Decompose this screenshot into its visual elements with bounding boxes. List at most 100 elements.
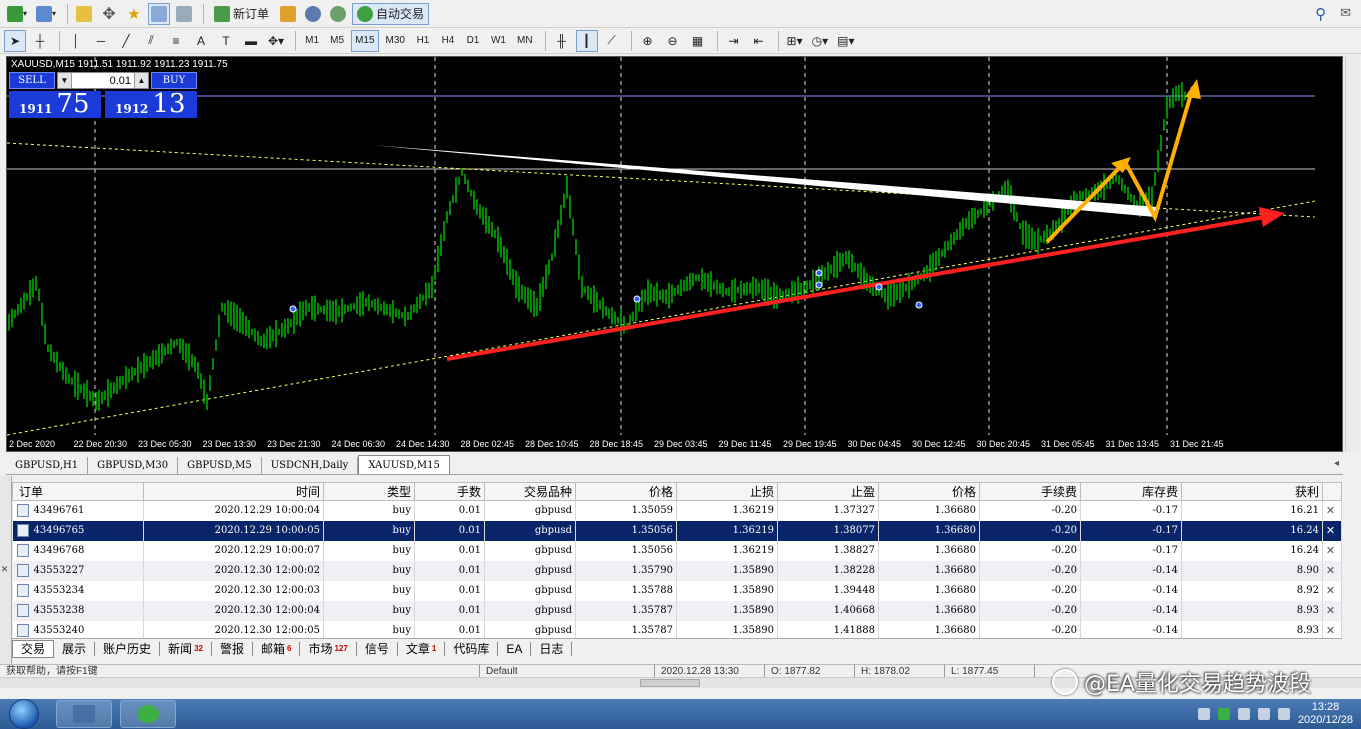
table-row[interactable]: 43553238 2020.12.30 12:00:04 buy 0.01 gbpusd… [12, 600, 1342, 621]
signals-icon[interactable] [327, 3, 349, 25]
chart-tab[interactable]: XAUUSD,M15 [358, 455, 450, 474]
close-order-icon[interactable]: ✕ [1322, 580, 1342, 601]
close-order-icon[interactable]: ✕ [1322, 540, 1342, 561]
autoscroll-icon[interactable]: ⇥ [723, 30, 745, 52]
lot-size-field[interactable]: ▼ 0.01 ▲ [57, 72, 149, 89]
close-order-icon[interactable]: ✕ [1322, 560, 1342, 581]
channel-icon[interactable]: ⫽ [140, 30, 162, 52]
terminal-icon[interactable] [148, 2, 171, 25]
label-tool-icon[interactable]: T [215, 30, 237, 52]
horizontal-line-icon[interactable]: ─ [90, 30, 112, 52]
terminal-tab[interactable]: 邮箱 6 [253, 641, 301, 656]
column-header[interactable]: 类型 [323, 482, 415, 501]
terminal-tab[interactable]: 交易 [12, 639, 55, 658]
table-row[interactable]: 43496765 2020.12.29 10:00:05 buy 0.01 gbpusd… [12, 520, 1342, 541]
table-row[interactable]: 43553234 2020.12.30 12:00:03 buy 0.01 gbpusd… [12, 580, 1342, 601]
sell-button[interactable]: SELL [9, 72, 55, 89]
chart-tab[interactable]: GBPUSD,M5 [178, 457, 262, 474]
column-header[interactable]: 交易品种 [484, 482, 576, 501]
wechat-tray-icon[interactable] [1217, 708, 1230, 720]
timeframe-h4[interactable]: H4 [437, 30, 459, 52]
tester-icon[interactable] [173, 3, 195, 25]
buy-button[interactable]: BUY [151, 72, 197, 89]
column-header[interactable]: 库存费 [1080, 482, 1182, 501]
timeframe-d1[interactable]: D1 [462, 30, 484, 52]
navigator-icon[interactable]: ★ [123, 3, 145, 25]
chat-icon[interactable]: ✉ [1340, 5, 1351, 23]
chart-shift-icon[interactable]: ⇤ [748, 30, 770, 52]
table-row[interactable]: 43553227 2020.12.30 12:00:02 buy 0.01 gbpusd… [12, 560, 1342, 581]
sell-price[interactable]: 1911 75 [9, 91, 101, 118]
terminal-side-handle[interactable]: ✕ [0, 476, 12, 664]
templates-icon[interactable]: ▤▾ [834, 30, 857, 52]
lot-decrease-icon[interactable]: ▼ [58, 73, 72, 88]
battery-tray-icon[interactable] [1237, 708, 1250, 720]
chart-tab[interactable]: GBPUSD,H1 [6, 457, 89, 474]
market-watch-icon[interactable] [73, 3, 95, 25]
lot-increase-icon[interactable]: ▲ [134, 73, 148, 88]
terminal-tab[interactable]: 日志 [531, 641, 573, 656]
tabs-scroll-icon[interactable]: ◂ [1334, 458, 1339, 469]
fibonacci-icon[interactable]: ≡ [165, 30, 187, 52]
arrows-icon[interactable]: ✥▾ [265, 30, 287, 52]
text-tool-icon[interactable]: A [190, 30, 212, 52]
crosshair-icon[interactable]: ┼ [29, 30, 51, 52]
column-header[interactable]: 止损 [676, 482, 778, 501]
close-order-icon[interactable]: ✕ [1322, 500, 1342, 521]
scroll-thumb[interactable] [640, 679, 700, 687]
indicators-icon[interactable]: ⊞▾ [784, 30, 806, 52]
search-icon[interactable]: ⚲ [1315, 5, 1326, 23]
buy-price[interactable]: 1912 13 [105, 91, 197, 118]
new-order-button[interactable]: 新订单 [209, 3, 274, 25]
vps-icon[interactable] [302, 3, 324, 25]
timeframe-m30[interactable]: M30 [382, 30, 409, 52]
terminal-tab[interactable]: 代码库 [445, 641, 499, 656]
cursor-icon[interactable]: ➤ [4, 29, 26, 52]
security-tray-icon[interactable] [1197, 708, 1210, 720]
table-row[interactable]: 43496768 2020.12.29 10:00:07 buy 0.01 gbpusd… [12, 540, 1342, 561]
trendline-icon[interactable]: ╱ [115, 30, 137, 52]
column-header[interactable]: 止盈 [777, 482, 879, 501]
timeframe-mn[interactable]: MN [513, 30, 537, 52]
column-header[interactable]: 获利 [1181, 482, 1323, 501]
timeframe-m1[interactable]: M1 [301, 30, 323, 52]
column-header[interactable]: 价格 [878, 482, 980, 501]
chart-tab[interactable]: GBPUSD,M30 [88, 457, 179, 474]
terminal-tab[interactable]: 账户历史 [95, 641, 161, 656]
timeframe-m5[interactable]: M5 [326, 30, 348, 52]
close-order-icon[interactable]: ✕ [1322, 520, 1342, 541]
line-chart-icon[interactable]: ⟋ [601, 30, 623, 52]
auto-trading-button[interactable]: 自动交易 [352, 2, 430, 25]
table-row[interactable]: 43496761 2020.12.29 10:00:04 buy 0.01 gbpusd… [12, 500, 1342, 521]
terminal-tab[interactable]: 文章 1 [398, 641, 446, 656]
chart-tab[interactable]: USDCNH,Daily [262, 457, 359, 474]
data-window-icon[interactable]: ✥ [98, 3, 120, 25]
column-header[interactable]: 手数 [414, 482, 485, 501]
terminal-tab[interactable]: 市场 127 [300, 641, 357, 656]
column-header[interactable]: 价格 [575, 482, 677, 501]
terminal-tab[interactable]: EA [498, 641, 532, 656]
bar-chart-icon[interactable]: ╫ [551, 30, 573, 52]
shapes-icon[interactable]: ▬ [240, 30, 262, 52]
taskbar-terminal-app[interactable] [56, 700, 112, 728]
tile-windows-icon[interactable]: ▦ [687, 30, 709, 52]
terminal-tab[interactable]: 新闻 32 [160, 641, 212, 656]
start-button[interactable] [0, 699, 48, 729]
column-header[interactable]: 手续费 [979, 482, 1081, 501]
column-header[interactable]: 时间 [143, 482, 324, 501]
timeframe-w1[interactable]: W1 [487, 30, 510, 52]
column-header[interactable]: 订单 [12, 482, 144, 501]
profiles-icon[interactable]: ▾ [33, 3, 59, 25]
periods-icon[interactable]: ◷▾ [809, 30, 832, 52]
price-chart[interactable]: 2 Dec 2020 22 Dec 20:30 23 Dec 05:30 23 Dec… [6, 56, 1343, 452]
metaeditor-icon[interactable] [277, 3, 299, 25]
zoom-in-icon[interactable]: ⊕ [637, 30, 659, 52]
timeframe-m15[interactable]: M15 [351, 29, 379, 52]
network-tray-icon[interactable] [1277, 708, 1290, 720]
close-order-icon[interactable]: ✕ [1322, 600, 1342, 621]
taskbar-wechat-app[interactable] [120, 700, 176, 728]
clock[interactable]: 13:28 2020/12/28 [1298, 701, 1353, 727]
zoom-out-icon[interactable]: ⊖ [662, 30, 684, 52]
terminal-tab[interactable]: 警报 [212, 641, 253, 656]
vertical-line-icon[interactable]: │ [65, 30, 87, 52]
